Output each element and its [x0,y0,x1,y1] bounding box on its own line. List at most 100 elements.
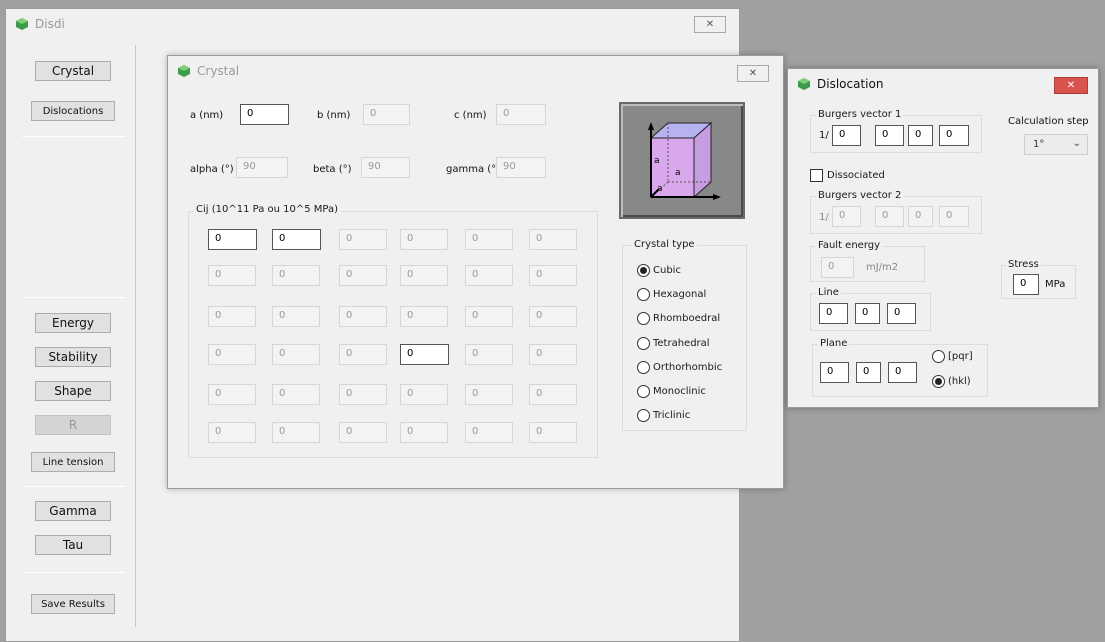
crystal-type-triclinic-radio[interactable] [637,409,650,423]
burgers2-y[interactable]: 0 [908,206,933,227]
crystal-type-title: Crystal type [632,239,697,250]
plane-option-hkl[interactable]: (hkl) [932,375,971,388]
crystal-type-cubic[interactable]: Cubic [637,264,681,277]
crystal-type-rhomboedral[interactable]: Rhomboedral [637,312,720,326]
cij-input-1-2[interactable]: 0 [272,229,321,250]
beta-input[interactable]: 90 [361,157,410,178]
crystal-button[interactable]: Crystal [35,61,111,81]
burgers1-y[interactable]: 0 [908,125,933,146]
cij-input-1-4[interactable]: 0 [400,229,448,250]
plane-h[interactable]: 0 [820,362,849,383]
dissociated-checkbox[interactable]: Dissociated [810,169,885,182]
cij-input-5-6[interactable]: 0 [529,384,577,405]
calc-step-select[interactable]: 1° ⌄ [1024,134,1088,155]
line-tension-button[interactable]: Line tension [31,452,115,472]
line-y[interactable]: 0 [855,303,880,324]
tau-button[interactable]: Tau [35,535,111,555]
crystal-type-monoclinic[interactable]: Monoclinic [637,385,706,398]
b-input[interactable]: 0 [363,104,410,125]
crystal-type-tetrahedral-radio[interactable] [637,336,650,350]
cij-input-3-4[interactable]: 0 [400,306,448,327]
cij-input-2-2[interactable]: 0 [272,265,320,286]
cij-input-3-1[interactable]: 0 [208,306,256,327]
plane-l[interactable]: 0 [888,362,917,383]
cij-input-6-1[interactable]: 0 [208,422,256,443]
cij-input-5-1[interactable]: 0 [208,384,256,405]
plane-title: Plane [818,338,850,349]
crystal-type-triclinic[interactable]: Triclinic [637,409,690,423]
disdi-close-button[interactable]: ✕ [694,16,726,33]
crystal-type-cubic-radio[interactable] [637,264,650,277]
disdi-title: Disdi [35,17,65,31]
burgers2-z[interactable]: 0 [939,206,969,227]
cij-input-1-5[interactable]: 0 [465,229,513,250]
line-x[interactable]: 0 [819,303,848,324]
stability-button[interactable]: Stability [35,347,111,367]
crystal-type-hexagonal[interactable]: Hexagonal [637,288,706,302]
cij-input-6-2[interactable]: 0 [272,422,320,443]
cij-input-5-5[interactable]: 0 [465,384,513,405]
cij-input-6-5[interactable]: 0 [465,422,513,443]
cij-input-6-3[interactable]: 0 [339,422,387,443]
burgers2-x[interactable]: 0 [875,206,904,227]
cij-input-1-3[interactable]: 0 [339,229,387,250]
burgers1-z[interactable]: 0 [939,125,969,146]
plane-pqr-radio[interactable] [932,350,945,363]
dislocation-close-button[interactable]: ✕ [1054,77,1088,94]
line-z[interactable]: 0 [887,303,916,324]
cij-input-2-1[interactable]: 0 [208,265,256,286]
cij-input-5-4[interactable]: 0 [400,384,448,405]
cij-input-3-3[interactable]: 0 [339,306,387,327]
save-results-button[interactable]: Save Results [31,594,115,614]
burgers1-denominator[interactable]: 0 [832,125,861,146]
a-input[interactable]: 0 [240,104,289,125]
fault-energy-input[interactable]: 0 [821,257,854,278]
crystal-type-monoclinic-radio[interactable] [637,385,650,398]
gamma-button[interactable]: Gamma [35,501,111,521]
plane-hkl-radio[interactable] [932,375,945,388]
plane-k[interactable]: 0 [856,362,881,383]
c-label: c (nm) [454,110,487,121]
alpha-label: alpha (°) [190,164,234,175]
cij-input-3-5[interactable]: 0 [465,306,513,327]
cij-input-2-5[interactable]: 0 [465,265,513,286]
crystal-type-hexagonal-radio[interactable] [637,288,650,302]
calc-step-label: Calculation step [1008,116,1089,127]
cij-input-6-4[interactable]: 0 [400,422,448,443]
cij-input-2-3[interactable]: 0 [339,265,387,286]
shape-button[interactable]: Shape [35,381,111,401]
cij-input-4-1[interactable]: 0 [208,344,256,365]
cij-input-1-6[interactable]: 0 [529,229,577,250]
cij-input-4-6[interactable]: 0 [529,344,577,365]
crystal-type-rhomboedral-radio[interactable] [637,312,650,326]
burgers2-denominator[interactable]: 0 [832,206,861,227]
energy-button[interactable]: Energy [35,313,111,333]
gamma-input[interactable]: 90 [496,157,546,178]
dissociated-check-box[interactable] [810,169,823,182]
cij-input-2-6[interactable]: 0 [529,265,577,286]
cij-input-6-6[interactable]: 0 [529,422,577,443]
crystal-type-orthorhombic[interactable]: Orthorhombic [637,360,722,374]
crystal-type-orthorhombic-radio[interactable] [637,360,650,374]
alpha-input[interactable]: 90 [236,157,288,178]
dislocations-button[interactable]: Dislocations [31,101,115,121]
cij-input-5-2[interactable]: 0 [272,384,320,405]
cij-input-3-2[interactable]: 0 [272,306,320,327]
app-gem-icon [16,18,28,30]
plane-option-pqr[interactable]: [pqr] [932,350,973,363]
c-input[interactable]: 0 [496,104,546,125]
r-button[interactable]: R [35,415,111,435]
stress-input[interactable]: 0 [1013,274,1039,295]
cij-input-4-4[interactable]: 0 [400,344,449,365]
cij-input-1-1[interactable]: 0 [208,229,257,250]
cij-input-2-4[interactable]: 0 [400,265,448,286]
crystal-close-button[interactable]: ✕ [737,65,769,82]
crystal-type-tetrahedral[interactable]: Tetrahedral [637,336,710,350]
cij-input-3-6[interactable]: 0 [529,306,577,327]
cij-input-4-3[interactable]: 0 [339,344,387,365]
cij-input-4-2[interactable]: 0 [272,344,320,365]
cij-input-5-3[interactable]: 0 [339,384,387,405]
burgers2-title: Burgers vector 2 [816,190,904,201]
cij-input-4-5[interactable]: 0 [465,344,513,365]
burgers1-x[interactable]: 0 [875,125,904,146]
